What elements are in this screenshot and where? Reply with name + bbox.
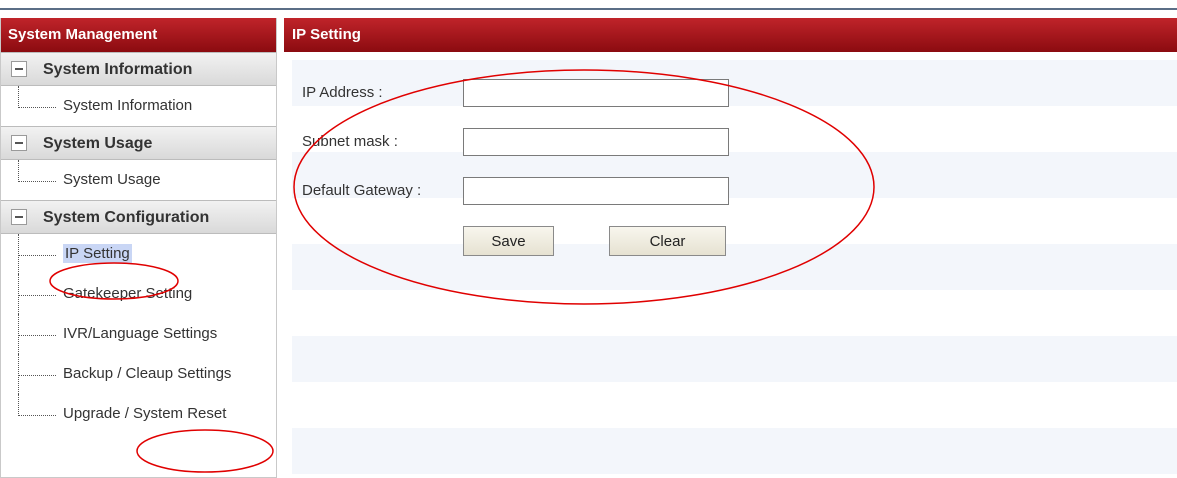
sidebar: System Management System Information Sys… <box>0 18 277 478</box>
tree-line <box>18 107 56 108</box>
tree-line <box>18 234 19 274</box>
tree-line <box>18 295 56 296</box>
tree-line <box>18 335 56 336</box>
row-stripe <box>292 106 1177 152</box>
sidebar-item-label: Gatekeeper Setting <box>63 285 193 302</box>
tree-line <box>18 354 19 394</box>
group-label: System Usage <box>43 135 153 152</box>
top-border <box>0 0 1177 10</box>
row-stripe <box>292 290 1177 336</box>
subnet-mask-label: Subnet mask : <box>302 133 398 150</box>
row-stripe <box>292 152 1177 198</box>
collapse-icon[interactable] <box>11 61 27 77</box>
sidebar-item-label: IP Setting <box>63 244 132 263</box>
tree-line <box>18 274 19 314</box>
sidebar-item-upgrade-system-reset[interactable]: Upgrade / System Reset <box>1 394 276 434</box>
row-stripe <box>292 428 1177 474</box>
tree-line <box>18 394 19 416</box>
row-stripe <box>292 244 1177 290</box>
sidebar-item-system-usage[interactable]: System Usage <box>1 160 276 200</box>
sidebar-title: System Management <box>1 18 276 52</box>
ip-setting-form: IP Address : Subnet mask : Default Gatew… <box>292 60 1177 478</box>
main-panel: IP Setting IP Address : Subnet mask : De… <box>284 18 1177 478</box>
subnet-mask-input[interactable] <box>463 128 729 156</box>
sidebar-item-label: IVR/Language Settings <box>63 325 218 342</box>
group-label: System Information <box>43 61 193 78</box>
tree-line <box>18 415 56 416</box>
clear-button[interactable]: Clear <box>609 226 726 256</box>
tree-line <box>18 375 56 376</box>
row-stripe <box>292 198 1177 244</box>
group-system-information[interactable]: System Information <box>1 52 276 86</box>
page-title: IP Setting <box>284 18 1177 52</box>
sidebar-item-label: System Information <box>63 97 193 114</box>
default-gateway-label: Default Gateway : <box>302 182 422 199</box>
tree-line <box>18 160 19 182</box>
ip-address-label: IP Address : <box>302 84 383 101</box>
sidebar-item-gatekeeper-setting[interactable]: Gatekeeper Setting <box>1 274 276 314</box>
save-button[interactable]: Save <box>463 226 554 256</box>
row-stripe <box>292 60 1177 106</box>
default-gateway-input[interactable] <box>463 177 729 205</box>
group-system-configuration[interactable]: System Configuration <box>1 200 276 234</box>
sidebar-item-label: Backup / Cleaup Settings <box>63 365 232 382</box>
sidebar-item-ivr-language-settings[interactable]: IVR/Language Settings <box>1 314 276 354</box>
collapse-icon[interactable] <box>11 209 27 225</box>
group-label: System Configuration <box>43 209 210 226</box>
ip-address-input[interactable] <box>463 79 729 107</box>
tree-line <box>18 181 56 182</box>
collapse-icon[interactable] <box>11 135 27 151</box>
tree-line <box>18 314 19 354</box>
sidebar-item-label: System Usage <box>63 171 161 188</box>
tree-line <box>18 255 56 256</box>
row-stripe <box>292 336 1177 382</box>
sidebar-item-backup-cleaup-settings[interactable]: Backup / Cleaup Settings <box>1 354 276 394</box>
tree-line <box>18 86 19 108</box>
group-system-usage[interactable]: System Usage <box>1 126 276 160</box>
sidebar-item-ip-setting[interactable]: IP Setting <box>1 234 276 274</box>
sidebar-item-system-information[interactable]: System Information <box>1 86 276 126</box>
row-stripe <box>292 382 1177 428</box>
sidebar-item-label: Upgrade / System Reset <box>63 405 227 422</box>
